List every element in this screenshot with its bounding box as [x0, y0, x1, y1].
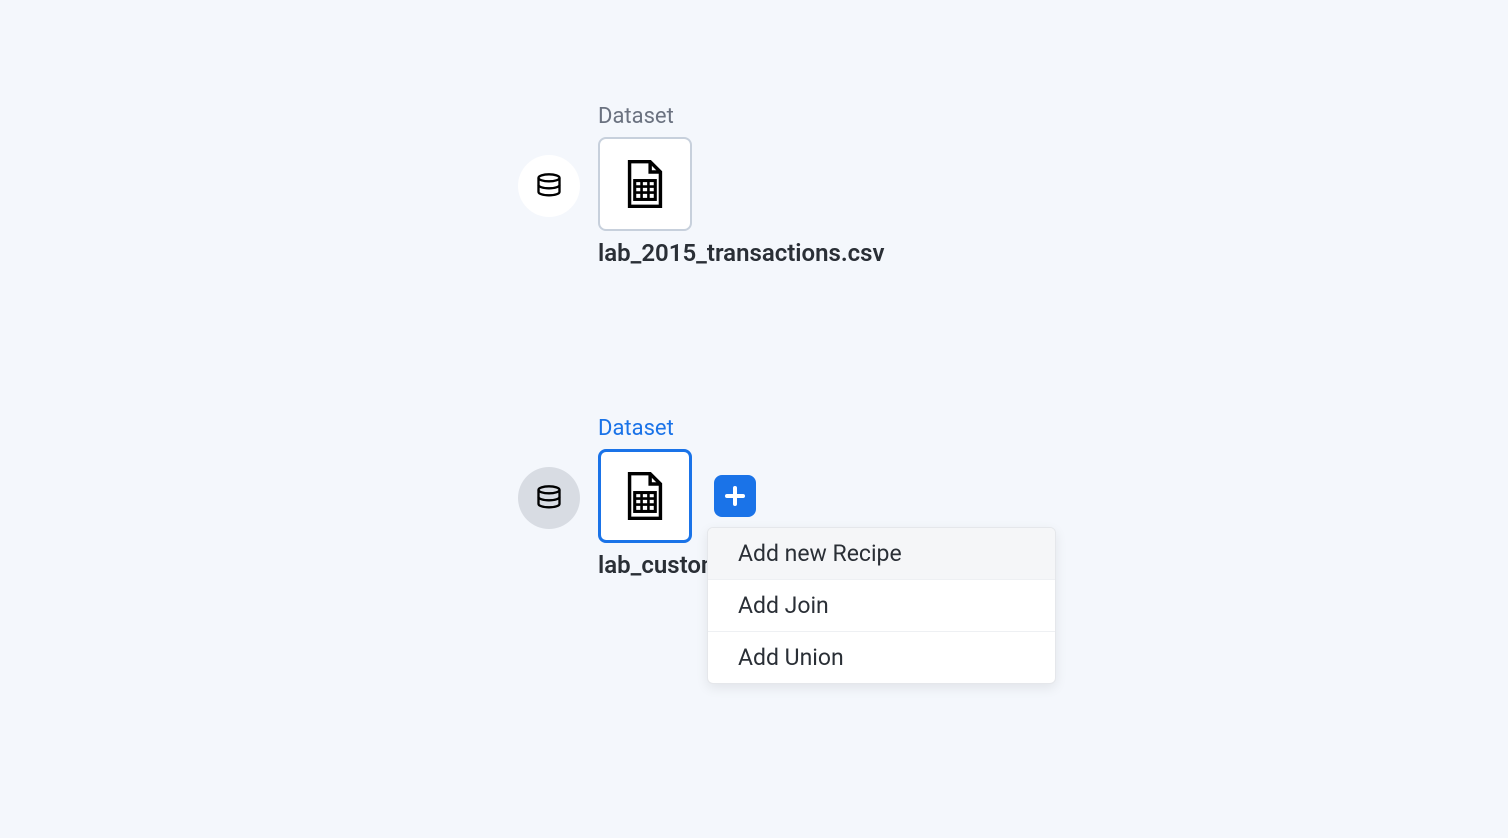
file-table-icon — [623, 160, 667, 208]
add-step-button[interactable] — [714, 475, 756, 517]
dataset-node-transactions[interactable]: Dataset lab_2015_transactions.csv — [518, 104, 885, 267]
database-icon — [518, 155, 580, 217]
dataset-title: lab_2015_transactions.csv — [598, 239, 885, 267]
dataset-type-label: Dataset — [598, 104, 674, 129]
menu-item-add-union[interactable]: Add Union — [708, 632, 1055, 683]
menu-item-add-recipe[interactable]: Add new Recipe — [708, 528, 1055, 580]
dataset-type-label: Dataset — [598, 416, 674, 441]
add-step-menu: Add new Recipe Add Join Add Union — [707, 527, 1056, 684]
file-table-icon — [623, 472, 667, 520]
plus-icon — [723, 484, 747, 508]
dataset-file-box[interactable] — [598, 137, 692, 231]
dataset-file-box[interactable] — [598, 449, 692, 543]
dataset-title: lab_customers.csv — [598, 551, 718, 579]
menu-item-add-join[interactable]: Add Join — [708, 580, 1055, 632]
database-icon — [518, 467, 580, 529]
